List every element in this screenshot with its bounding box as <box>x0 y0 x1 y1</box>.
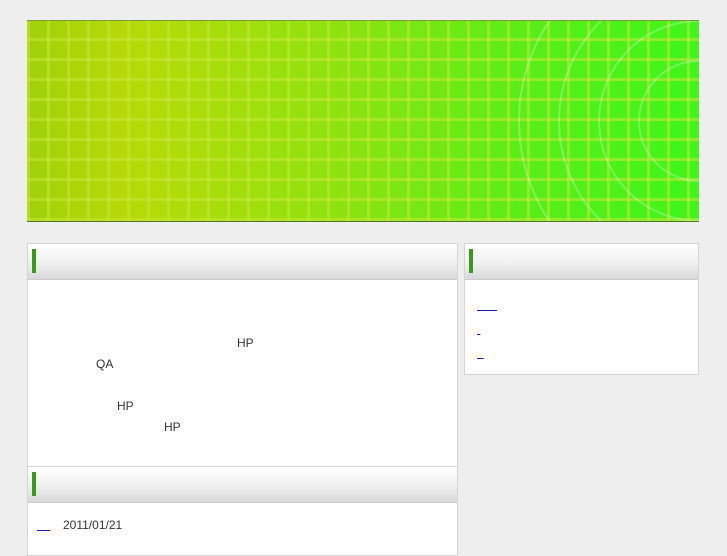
sidebar-panel-header <box>465 244 698 280</box>
news-panel-header <box>28 467 457 503</box>
header-banner <box>27 20 699 222</box>
header-accent-bar <box>32 472 36 496</box>
sidebar-link-3[interactable] <box>477 346 484 360</box>
news-item-date: 2011/01/21 <box>63 518 123 532</box>
body-text-hp-2: HP <box>117 399 134 413</box>
news-item-link[interactable] <box>37 518 50 532</box>
header-accent-bar <box>469 249 473 273</box>
sidebar-link-2[interactable] <box>477 322 480 336</box>
main-panel-header <box>28 244 457 280</box>
header-accent-bar <box>32 249 36 273</box>
main-content-panel: HP QA HP HP <box>27 243 458 468</box>
body-text-hp-3: HP <box>164 420 181 434</box>
body-text-hp-1: HP <box>237 336 254 350</box>
news-panel: 2011/01/21 <box>27 466 458 556</box>
sidebar-panel <box>464 243 699 375</box>
sidebar-link-1[interactable] <box>477 298 497 312</box>
body-text-qa: QA <box>96 357 114 371</box>
banner-decoration <box>518 21 699 221</box>
